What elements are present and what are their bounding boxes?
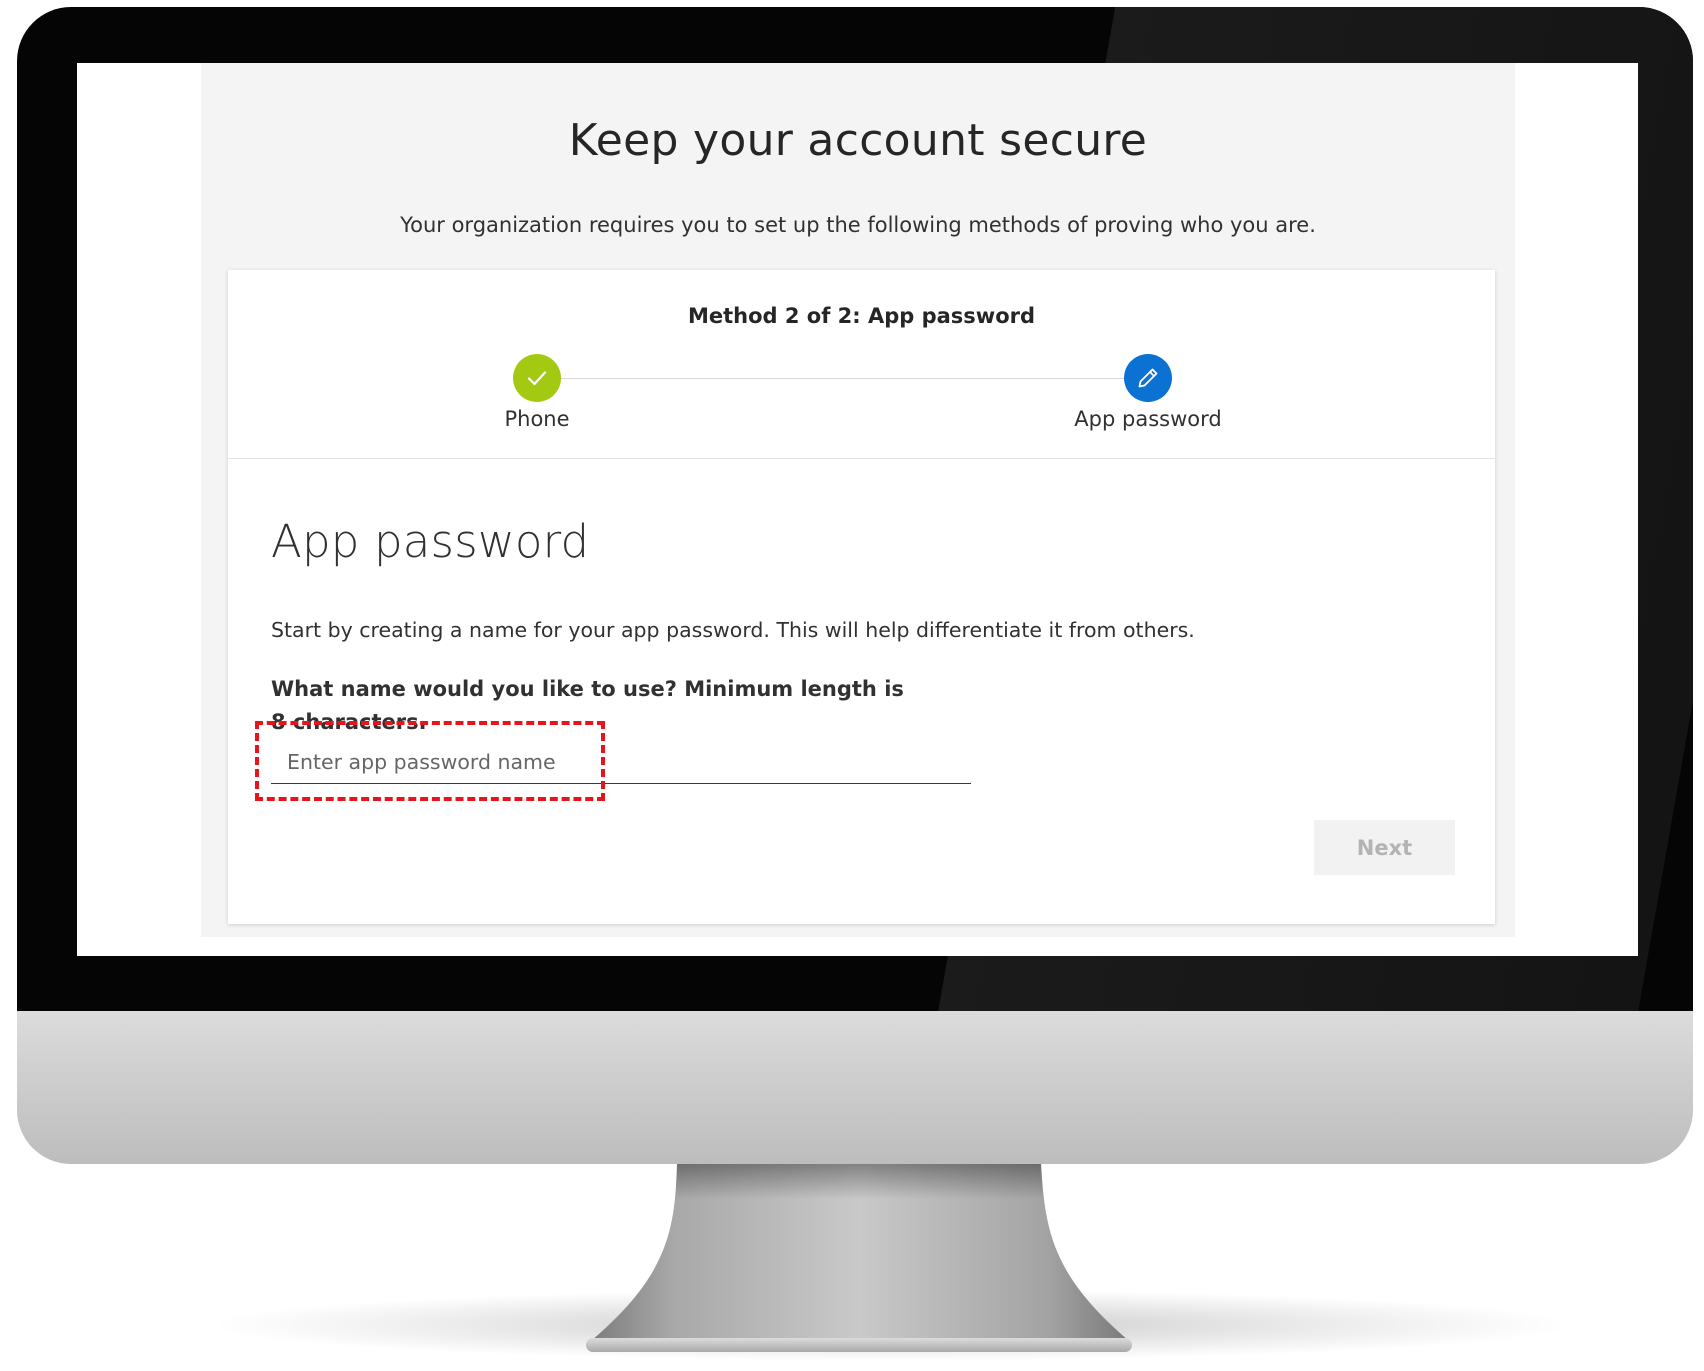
checkmark-icon bbox=[527, 371, 547, 386]
next-button[interactable]: Next bbox=[1314, 820, 1455, 875]
step-phone-indicator bbox=[513, 354, 561, 402]
setup-card: Method 2 of 2: App password Phone App pa… bbox=[228, 270, 1495, 924]
page-panel: Keep your account secure Your organizati… bbox=[201, 63, 1515, 937]
stage: Keep your account secure Your organizati… bbox=[0, 0, 1704, 1371]
step-app-password-label: App password bbox=[1074, 407, 1222, 431]
app-password-name-input[interactable] bbox=[271, 740, 971, 784]
method-heading: Method 2 of 2: App password bbox=[687, 304, 1036, 328]
pencil-icon bbox=[1138, 368, 1158, 388]
section-description: Start by creating a name for your app pa… bbox=[271, 618, 1195, 642]
progress-line bbox=[538, 378, 1148, 379]
step-app-password-indicator bbox=[1124, 354, 1172, 402]
step-phone-label: Phone bbox=[504, 407, 570, 431]
app-password-name-label: What name would you like to use? Minimum… bbox=[271, 677, 904, 734]
card-divider bbox=[228, 458, 1495, 459]
page-title: Keep your account secure bbox=[568, 115, 1148, 166]
page-subtitle: Your organization requires you to set up… bbox=[400, 213, 1316, 237]
screen: Keep your account secure Your organizati… bbox=[77, 63, 1638, 956]
section-title: App password bbox=[271, 515, 590, 568]
